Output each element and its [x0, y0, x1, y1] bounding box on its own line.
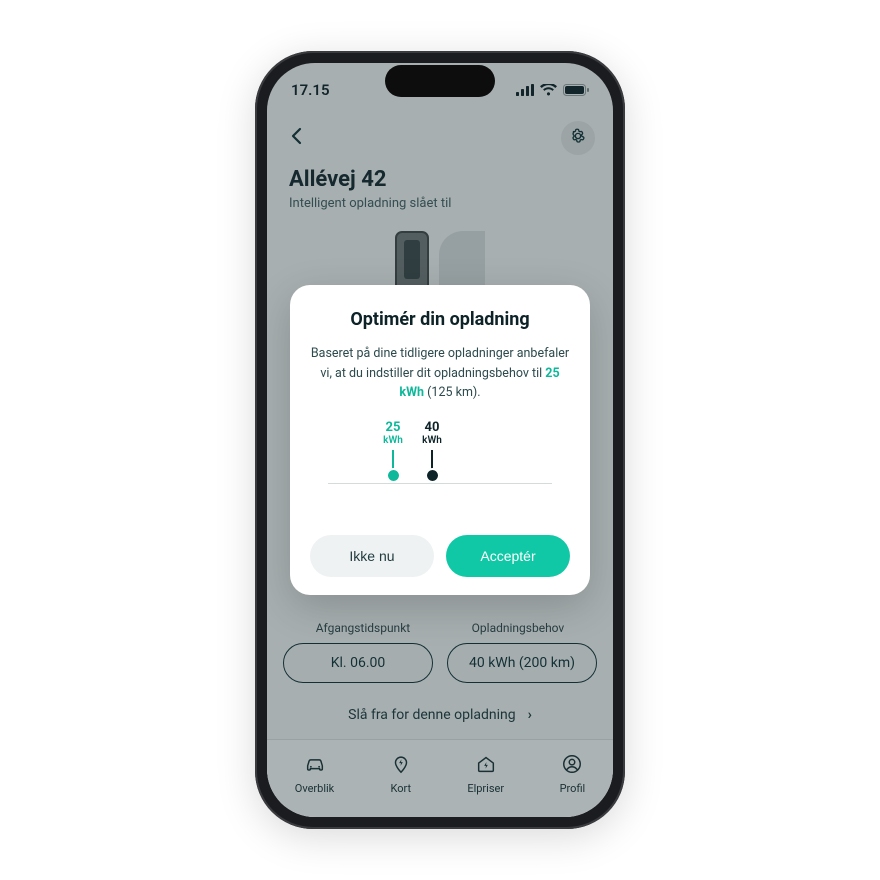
- modal-title: Optimér din opladning: [310, 309, 570, 330]
- dynamic-island: [385, 65, 495, 97]
- modal-body: Baseret på dine tidligere opladninger an…: [310, 344, 570, 402]
- optimize-modal: Optimér din opladning Baseret på dine ti…: [290, 285, 590, 594]
- slider-mark-current: 40 kWh: [415, 421, 449, 481]
- rec-unit: kWh: [376, 435, 410, 446]
- slider-mark-recommended: 25 kWh: [376, 421, 410, 481]
- modal-body-suffix: (125 km).: [424, 385, 481, 400]
- app-screen: 17.15: [267, 63, 613, 817]
- modal-overlay[interactable]: Optimér din opladning Baseret på dine ti…: [267, 63, 613, 817]
- recommendation-slider[interactable]: 25 kWh 40 kWh: [310, 421, 570, 511]
- modal-actions: Ikke nu Acceptér: [310, 535, 570, 577]
- phone-frame: 17.15: [255, 51, 625, 829]
- slider-track: [328, 483, 552, 484]
- decline-button[interactable]: Ikke nu: [310, 535, 434, 577]
- rec-value: 25: [376, 421, 410, 435]
- modal-body-prefix: Baseret på dine tidligere opladninger an…: [311, 346, 569, 380]
- accept-button[interactable]: Acceptér: [446, 535, 570, 577]
- cur-value: 40: [415, 421, 449, 435]
- cur-unit: kWh: [415, 435, 449, 446]
